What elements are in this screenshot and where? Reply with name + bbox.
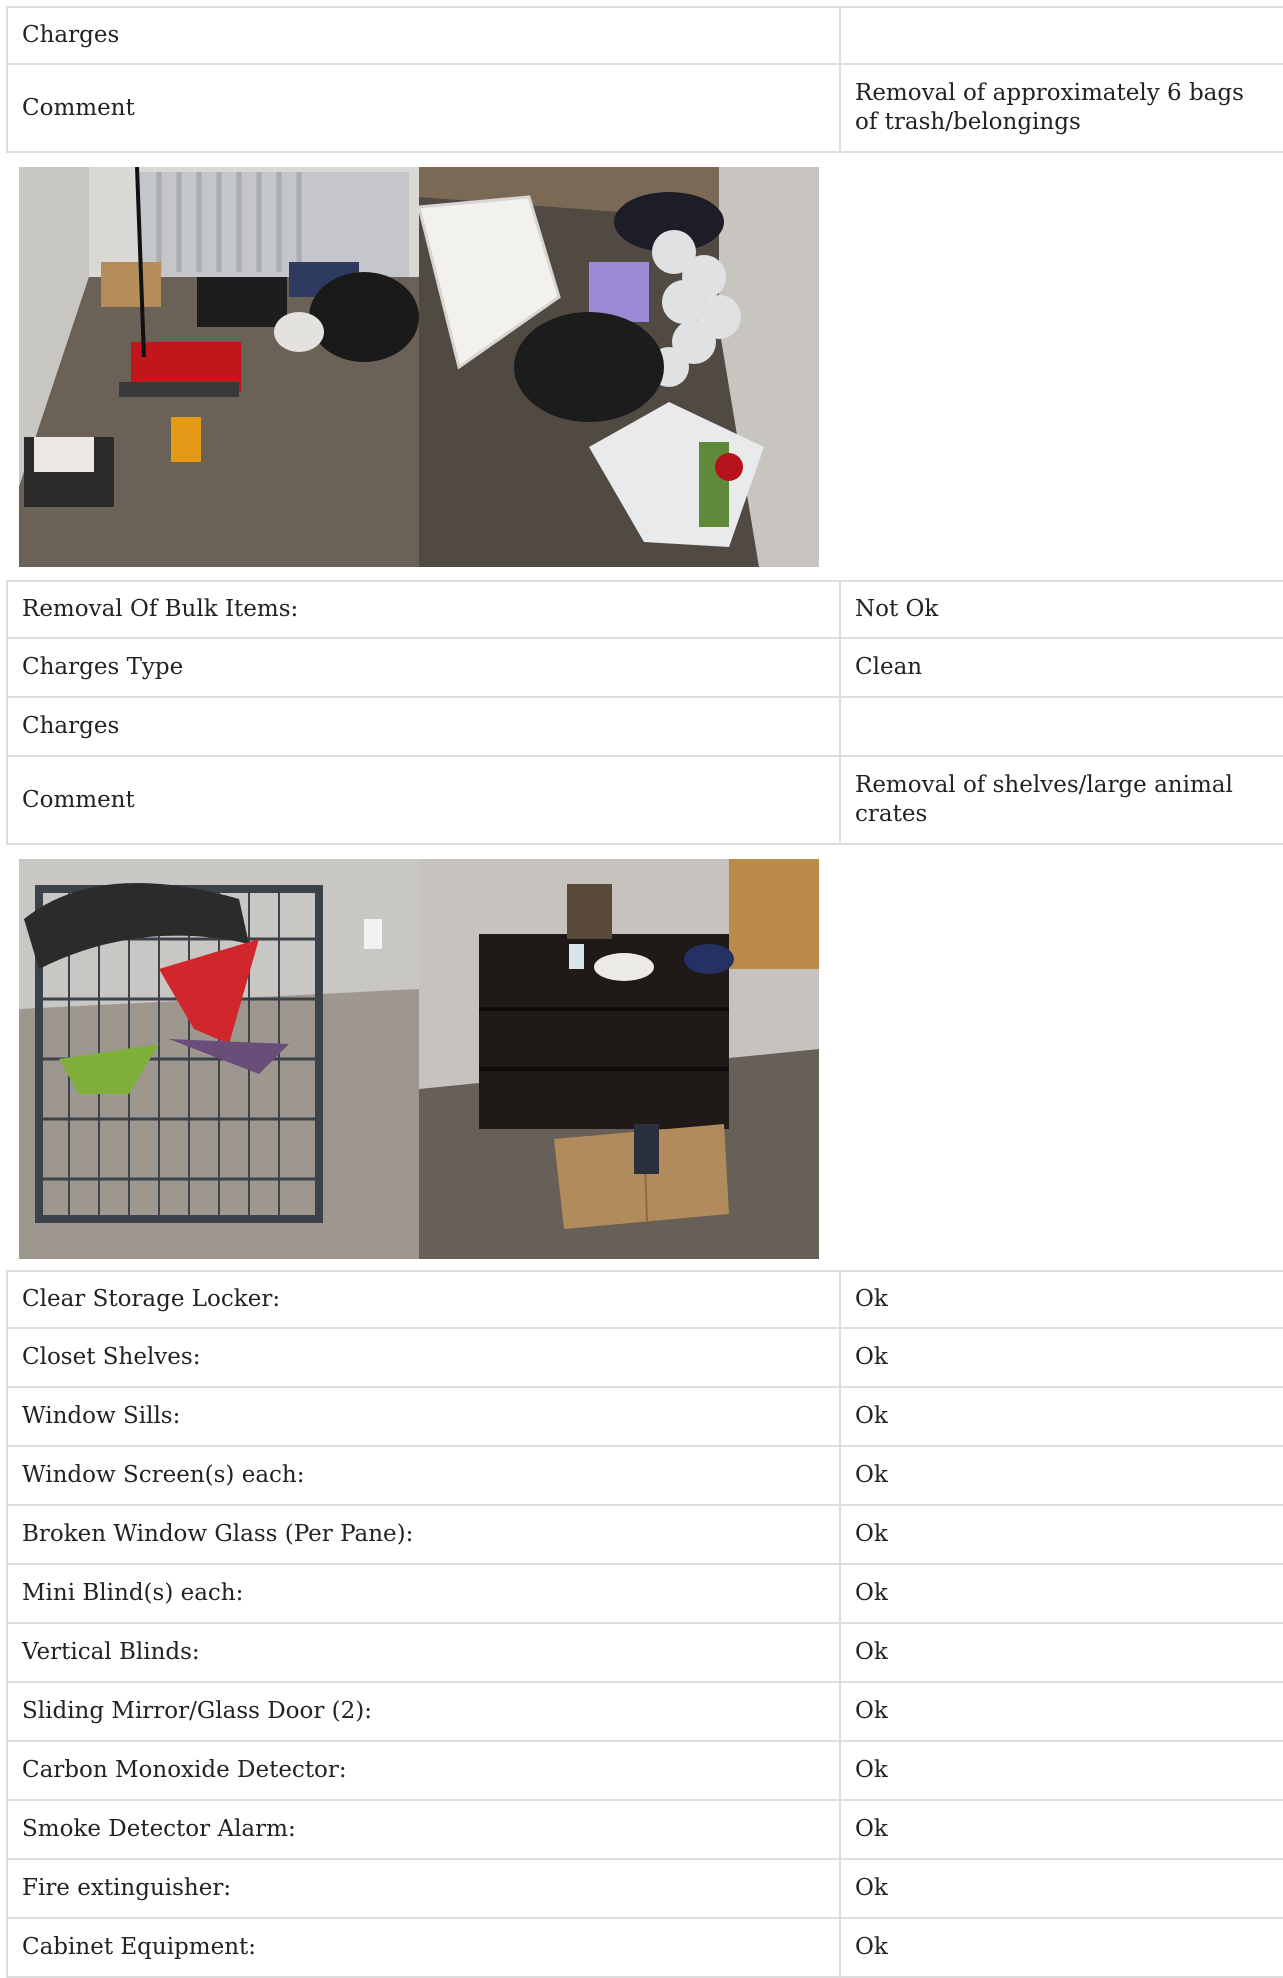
checklist-item-status: Ok (839, 1801, 1283, 1860)
checklist-item-label: Broken Window Glass (Per Pane): (6, 1506, 839, 1565)
charges-value (839, 8, 1283, 65)
removal-bulk-items-value: Not Ok (839, 582, 1283, 639)
checklist-item-label: Closet Shelves: (6, 1329, 839, 1388)
photo-gallery-1 (19, 167, 819, 567)
charges-type-label: Charges Type (6, 639, 839, 698)
charges-row-2: Charges (6, 698, 1283, 757)
checklist-row: Sliding Mirror/Glass Door (2): Ok (6, 1683, 1283, 1742)
comment-value-2: Removal of shelves/large animal crates (839, 757, 1283, 845)
bags-and-laundry-basket-photo[interactable] (419, 167, 819, 567)
trash-bags-in-room-photo[interactable] (19, 167, 419, 567)
checklist-item-label: Window Sills: (6, 1388, 839, 1447)
checklist-item-status: Ok (839, 1624, 1283, 1683)
checklist-item-status: Ok (839, 1388, 1283, 1447)
checklist-row: Mini Blind(s) each: Ok (6, 1565, 1283, 1624)
charges-label: Charges (6, 8, 839, 65)
bookshelf-with-boxes-photo[interactable] (419, 859, 819, 1259)
charges-row: Charges (6, 6, 1283, 65)
checklist-item-label: Cabinet Equipment: (6, 1919, 839, 1978)
comment-row: Comment Removal of approximately 6 bags … (6, 65, 1283, 153)
checklist-item-status: Ok (839, 1329, 1283, 1388)
checklist-item-status: Ok (839, 1860, 1283, 1919)
checklist-item-label: Window Screen(s) each: (6, 1447, 839, 1506)
checklist-item-status: Ok (839, 1272, 1283, 1329)
checklist-item-label: Carbon Monoxide Detector: (6, 1742, 839, 1801)
checklist-item-status: Ok (839, 1447, 1283, 1506)
checklist-item-status: Ok (839, 1683, 1283, 1742)
checklist-item-label: Fire extinguisher: (6, 1860, 839, 1919)
checklist-item-status: Ok (839, 1919, 1283, 1978)
checklist-item-label: Mini Blind(s) each: (6, 1565, 839, 1624)
comment-label: Comment (6, 65, 839, 153)
checklist-item-label: Smoke Detector Alarm: (6, 1801, 839, 1860)
comment-row-2: Comment Removal of shelves/large animal … (6, 757, 1283, 845)
photo-gallery-2 (19, 859, 819, 1259)
checklist-row: Fire extinguisher: Ok (6, 1860, 1283, 1919)
checklist-item-status: Ok (839, 1565, 1283, 1624)
checklist-row: Window Sills: Ok (6, 1388, 1283, 1447)
comment-label-2: Comment (6, 757, 839, 845)
checklist-row: Window Screen(s) each: Ok (6, 1447, 1283, 1506)
checklist-item-status: Ok (839, 1506, 1283, 1565)
charges-label-2: Charges (6, 698, 839, 757)
removal-bulk-items-label: Removal Of Bulk Items: (6, 582, 839, 639)
checklist-row: Closet Shelves: Ok (6, 1329, 1283, 1388)
checklist-item-status: Ok (839, 1742, 1283, 1801)
charges-type-value: Clean (839, 639, 1283, 698)
comment-value: Removal of approximately 6 bags of trash… (839, 65, 1283, 153)
checklist-row: Vertical Blinds: Ok (6, 1624, 1283, 1683)
checklist-row: Smoke Detector Alarm: Ok (6, 1801, 1283, 1860)
charges-type-row: Charges Type Clean (6, 639, 1283, 698)
checklist-row: Clear Storage Locker: Ok (6, 1270, 1283, 1329)
checklist-item-label: Clear Storage Locker: (6, 1272, 839, 1329)
animal-crate-photo[interactable] (19, 859, 419, 1259)
checklist-row: Carbon Monoxide Detector: Ok (6, 1742, 1283, 1801)
removal-bulk-items-row: Removal Of Bulk Items: Not Ok (6, 580, 1283, 639)
checklist-item-label: Vertical Blinds: (6, 1624, 839, 1683)
checklist-row: Broken Window Glass (Per Pane): Ok (6, 1506, 1283, 1565)
charges-value-2 (839, 698, 1283, 757)
checklist-row: Cabinet Equipment: Ok (6, 1919, 1283, 1978)
checklist-item-label: Sliding Mirror/Glass Door (2): (6, 1683, 839, 1742)
